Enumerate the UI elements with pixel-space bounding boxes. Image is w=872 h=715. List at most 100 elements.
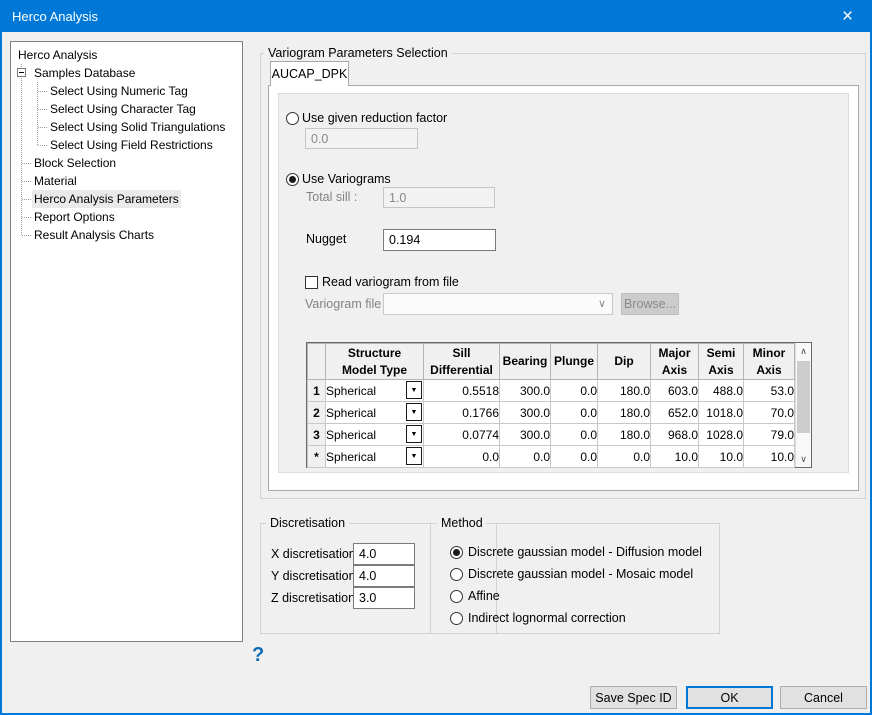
cell-sill-differential[interactable]: 0.0774 (424, 424, 500, 446)
cell-semi-axis[interactable]: 488.0 (699, 380, 744, 402)
chevron-down-icon: ∨ (598, 297, 606, 310)
cell-minor-axis[interactable]: 10.0 (744, 446, 795, 468)
row-header[interactable]: 1 (308, 380, 326, 402)
tree-collapse-icon[interactable] (17, 68, 26, 77)
cell-major-axis[interactable]: 968.0 (651, 424, 699, 446)
scroll-down-icon[interactable]: ∨ (796, 451, 811, 467)
use-reduction-factor-label: Use given reduction factor (302, 110, 447, 126)
browse-button[interactable]: Browse... (621, 293, 679, 315)
cell-sill-differential[interactable]: 0.5518 (424, 380, 500, 402)
dropdown-button[interactable]: ▼ (406, 425, 422, 443)
help-button[interactable]: ? (252, 644, 264, 667)
ok-button[interactable]: OK (686, 686, 773, 709)
variogram-file-combobox[interactable]: ∨ (383, 293, 613, 315)
use-variograms-label: Use Variograms (302, 171, 391, 187)
col-header-structure-model-type: Structure Model Type (326, 344, 424, 380)
cell-dip[interactable]: 180.0 (598, 402, 651, 424)
total-sill-input[interactable] (383, 187, 495, 208)
cell-semi-axis[interactable]: 1018.0 (699, 402, 744, 424)
close-button[interactable]: × (825, 1, 870, 32)
method-mosaic-radio[interactable] (450, 568, 463, 581)
method-affine-radio[interactable] (450, 590, 463, 603)
table-header-row: Structure Model Type Sill Differential B… (308, 344, 795, 380)
chevron-down-icon: ▼ (411, 409, 418, 416)
use-variograms-radio[interactable] (286, 173, 299, 186)
col-header-sill-differential: Sill Differential (424, 344, 500, 380)
variogram-structures-table: Structure Model Type Sill Differential B… (306, 342, 812, 468)
structure-model-value: Spherical (326, 406, 376, 420)
tree-guide-line (22, 181, 31, 182)
structure-model-cell[interactable]: Spherical ▼ (326, 402, 424, 424)
tree-item-herco-analysis[interactable]: Herco Analysis (11, 46, 242, 64)
title-bar[interactable]: Herco Analysis × (2, 1, 870, 32)
table-scrollbar[interactable]: ∧ ∨ (795, 343, 811, 467)
scrollbar-thumb[interactable] (797, 361, 810, 433)
cell-plunge[interactable]: 0.0 (551, 424, 598, 446)
tree-item-herco-analysis-parameters[interactable]: Herco Analysis Parameters (11, 190, 242, 208)
cell-plunge[interactable]: 0.0 (551, 380, 598, 402)
cell-minor-axis[interactable]: 79.0 (744, 424, 795, 446)
cell-bearing[interactable]: 0.0 (500, 446, 551, 468)
scroll-up-icon[interactable]: ∧ (796, 343, 811, 359)
cell-minor-axis[interactable]: 53.0 (744, 380, 795, 402)
cancel-button[interactable]: Cancel (780, 686, 867, 709)
navigation-tree[interactable]: Herco Analysis Samples Database Select U… (10, 41, 243, 642)
y-discretisation-label: Y discretisation (271, 568, 356, 584)
tree-guide-line (22, 217, 31, 218)
row-header[interactable]: 2 (308, 402, 326, 424)
row-header[interactable]: 3 (308, 424, 326, 446)
structure-model-value: Spherical (326, 450, 376, 464)
cell-bearing[interactable]: 300.0 (500, 424, 551, 446)
cell-sill-differential[interactable]: 0.0 (424, 446, 500, 468)
cell-major-axis[interactable]: 603.0 (651, 380, 699, 402)
cell-bearing[interactable]: 300.0 (500, 402, 551, 424)
method-affine-label: Affine (468, 588, 500, 604)
dropdown-button[interactable]: ▼ (406, 381, 422, 399)
read-variogram-checkbox[interactable] (305, 276, 318, 289)
nugget-input[interactable] (383, 229, 496, 251)
dropdown-button[interactable]: ▼ (406, 403, 422, 421)
structure-model-cell[interactable]: Spherical ▼ (326, 380, 424, 402)
cell-minor-axis[interactable]: 70.0 (744, 402, 795, 424)
herco-analysis-dialog: Herco Analysis × Herco Analysis Samples … (0, 0, 872, 715)
z-discretisation-input[interactable] (353, 587, 415, 609)
variogram-group-label: Variogram Parameters Selection (264, 46, 452, 61)
cell-plunge[interactable]: 0.0 (551, 402, 598, 424)
col-header-major-axis: Major Axis (651, 344, 699, 380)
col-header-minor-axis: Minor Axis (744, 344, 795, 380)
method-mosaic-label: Discrete gaussian model - Mosaic model (468, 566, 693, 582)
method-indirect-lognormal-radio[interactable] (450, 612, 463, 625)
tree-item-block-selection[interactable]: Block Selection (11, 154, 242, 172)
tree-item-material[interactable]: Material (11, 172, 242, 190)
structure-model-cell[interactable]: Spherical ▼ (326, 446, 424, 468)
cell-dip[interactable]: 180.0 (598, 380, 651, 402)
tree-guide-line (22, 163, 31, 164)
structure-model-cell[interactable]: Spherical ▼ (326, 424, 424, 446)
row-header[interactable]: * (308, 446, 326, 468)
save-spec-id-button[interactable]: Save Spec ID (590, 686, 677, 709)
structure-model-value: Spherical (326, 384, 376, 398)
tree-item-result-analysis-charts[interactable]: Result Analysis Charts (11, 226, 242, 244)
x-discretisation-input[interactable] (353, 543, 415, 565)
use-reduction-factor-radio[interactable] (286, 112, 299, 125)
cell-major-axis[interactable]: 652.0 (651, 402, 699, 424)
discretisation-group-label: Discretisation (266, 516, 349, 531)
dropdown-button[interactable]: ▼ (406, 447, 422, 465)
variogram-file-label: Variogram file (305, 296, 381, 312)
tree-item-samples-database[interactable]: Samples Database (11, 64, 242, 82)
reduction-factor-input[interactable] (305, 128, 418, 149)
cell-major-axis[interactable]: 10.0 (651, 446, 699, 468)
cell-sill-differential[interactable]: 0.1766 (424, 402, 500, 424)
y-discretisation-input[interactable] (353, 565, 415, 587)
chevron-down-icon: ▼ (411, 431, 418, 438)
cell-bearing[interactable]: 300.0 (500, 380, 551, 402)
cell-plunge[interactable]: 0.0 (551, 446, 598, 468)
tab-aucap-dpk[interactable]: AUCAP_DPK (270, 61, 349, 86)
cell-semi-axis[interactable]: 1028.0 (699, 424, 744, 446)
method-diffusion-radio[interactable] (450, 546, 463, 559)
cell-dip[interactable]: 0.0 (598, 446, 651, 468)
cell-semi-axis[interactable]: 10.0 (699, 446, 744, 468)
tree-item-report-options[interactable]: Report Options (11, 208, 242, 226)
cell-dip[interactable]: 180.0 (598, 424, 651, 446)
chevron-down-icon: ▼ (411, 453, 418, 460)
